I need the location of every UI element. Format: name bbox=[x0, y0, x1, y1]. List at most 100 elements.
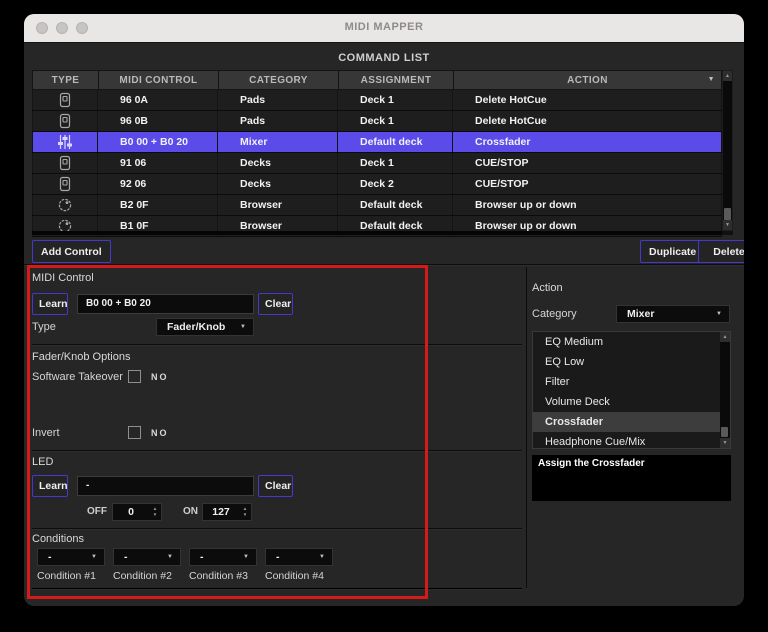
table-cell: Decks bbox=[218, 153, 338, 173]
column-header-action[interactable]: ACTION▼ bbox=[453, 70, 722, 90]
action-option[interactable]: Filter bbox=[533, 372, 730, 392]
type-select[interactable]: Fader/Knob ▼ bbox=[156, 318, 254, 336]
chevron-down-icon: ▼ bbox=[716, 311, 729, 317]
divider bbox=[32, 588, 522, 590]
action-description: Assign the Crossfader bbox=[532, 455, 731, 501]
table-cell: CUE/STOP bbox=[453, 174, 722, 194]
conditions-row: -▼-▼-▼-▼ bbox=[24, 548, 522, 566]
table-row[interactable]: 91 06DecksDeck 1CUE/STOP bbox=[32, 153, 722, 174]
invert-checkbox[interactable] bbox=[128, 426, 141, 439]
scrollbar-thumb[interactable] bbox=[721, 427, 728, 437]
titlebar[interactable]: MIDI MAPPER bbox=[24, 14, 744, 43]
table-cell: Crossfader bbox=[453, 132, 722, 152]
table-row[interactable]: 92 06DecksDeck 2CUE/STOP bbox=[32, 174, 722, 195]
action-option[interactable]: Crossfader bbox=[533, 412, 730, 432]
midi-control-value-field[interactable]: B0 00 + B0 20 bbox=[77, 294, 254, 314]
duplicate-button[interactable]: Duplicate bbox=[640, 240, 705, 263]
table-cell: 91 06 bbox=[98, 153, 218, 173]
midi-learn-button[interactable]: Learn bbox=[32, 293, 68, 315]
condition-select-value: - bbox=[38, 551, 91, 563]
condition-3-select[interactable]: -▼ bbox=[189, 548, 257, 566]
table-cell: Deck 1 bbox=[338, 153, 453, 173]
led-off-spinner[interactable]: 0 ▲ ▼ bbox=[112, 503, 162, 521]
column-header-assignment[interactable]: ASSIGNMENT bbox=[338, 70, 453, 90]
scroll-up-icon[interactable]: ▲ bbox=[723, 71, 732, 81]
spinner-down-icon[interactable]: ▼ bbox=[243, 513, 247, 518]
scroll-down-icon[interactable]: ▼ bbox=[720, 438, 730, 448]
led-section-title: LED bbox=[32, 456, 53, 468]
chevron-down-icon: ▼ bbox=[91, 554, 104, 560]
led-clear-button[interactable]: Clear bbox=[258, 475, 293, 497]
category-select[interactable]: Mixer ▼ bbox=[616, 305, 730, 323]
led-on-value: 127 bbox=[203, 506, 239, 518]
action-option[interactable]: EQ Medium bbox=[533, 332, 730, 352]
fader-knob-options-title: Fader/Knob Options bbox=[32, 351, 130, 363]
type-select-value: Fader/Knob bbox=[157, 321, 240, 333]
spinner-up-icon[interactable]: ▲ bbox=[153, 507, 157, 512]
spinner-up-icon[interactable]: ▲ bbox=[243, 507, 247, 512]
table-cell: Browser up or down bbox=[453, 195, 722, 215]
action-list-scrollbar[interactable]: ▲ ▼ bbox=[720, 332, 730, 448]
scroll-up-icon[interactable]: ▲ bbox=[720, 332, 730, 342]
delete-button[interactable]: Delete bbox=[698, 240, 744, 263]
table-vertical-scrollbar[interactable]: ▲ ▼ bbox=[722, 70, 733, 231]
add-control-button[interactable]: Add Control bbox=[32, 240, 111, 263]
spinner-arrows[interactable]: ▲ ▼ bbox=[239, 507, 251, 518]
table-cell: 96 0B bbox=[98, 111, 218, 131]
scroll-down-icon[interactable]: ▼ bbox=[723, 220, 732, 230]
table-cell: Deck 1 bbox=[338, 90, 453, 110]
table-cell: Browser bbox=[218, 195, 338, 215]
action-filter-icon[interactable]: ▼ bbox=[708, 76, 715, 83]
scrollbar-thumb[interactable] bbox=[724, 208, 731, 220]
pad-icon bbox=[32, 174, 98, 194]
divider bbox=[32, 344, 522, 346]
condition-2-select[interactable]: -▼ bbox=[113, 548, 181, 566]
table-cell: Default deck bbox=[338, 132, 453, 152]
column-header-midi-control[interactable]: MIDI CONTROL bbox=[98, 70, 218, 90]
table-row[interactable]: B0 00 + B0 20MixerDefault deckCrossfader bbox=[32, 132, 722, 153]
conditions-section-title: Conditions bbox=[32, 533, 84, 545]
led-off-value: 0 bbox=[113, 506, 149, 518]
table-row[interactable]: B2 0FBrowserDefault deckBrowser up or do… bbox=[32, 195, 722, 216]
software-takeover-value: NO bbox=[151, 372, 169, 382]
divider bbox=[32, 450, 522, 452]
midi-clear-button[interactable]: Clear bbox=[258, 293, 293, 315]
condition-4-select[interactable]: -▼ bbox=[265, 548, 333, 566]
led-value-field[interactable]: - bbox=[77, 476, 254, 496]
action-list: EQ MediumEQ LowFilterVolume DeckCrossfad… bbox=[532, 331, 731, 449]
action-option[interactable]: Volume Deck bbox=[533, 392, 730, 412]
conditions-labels: Condition #1Condition #2Condition #3Cond… bbox=[24, 570, 522, 584]
software-takeover-checkbox[interactable] bbox=[128, 370, 141, 383]
table-row[interactable]: 96 0BPadsDeck 1Delete HotCue bbox=[32, 111, 722, 132]
divider bbox=[32, 528, 522, 530]
spinner-down-icon[interactable]: ▼ bbox=[153, 513, 157, 518]
table-cell: CUE/STOP bbox=[453, 153, 722, 173]
software-takeover-label: Software Takeover bbox=[32, 371, 123, 383]
table-cell: Mixer bbox=[218, 132, 338, 152]
invert-label: Invert bbox=[32, 427, 60, 439]
action-option[interactable]: EQ Low bbox=[533, 352, 730, 372]
table-cell: Delete HotCue bbox=[453, 90, 722, 110]
condition-select-value: - bbox=[190, 551, 243, 563]
pad-icon bbox=[32, 90, 98, 110]
chevron-down-icon: ▼ bbox=[243, 554, 256, 560]
chevron-down-icon: ▼ bbox=[240, 324, 253, 330]
table-cell: Pads bbox=[218, 111, 338, 131]
led-off-label: OFF bbox=[87, 506, 107, 517]
divider bbox=[24, 264, 744, 266]
column-header-type[interactable]: TYPE bbox=[32, 70, 98, 90]
table-cell: B0 00 + B0 20 bbox=[98, 132, 218, 152]
table-horizontal-scrollbar[interactable] bbox=[32, 231, 722, 235]
command-table-body: 96 0APadsDeck 1Delete HotCue96 0BPadsDec… bbox=[32, 90, 722, 237]
column-header-category[interactable]: CATEGORY bbox=[218, 70, 338, 90]
condition-label: Condition #4 bbox=[265, 570, 324, 582]
condition-label: Condition #3 bbox=[189, 570, 248, 582]
led-on-spinner[interactable]: 127 ▲ ▼ bbox=[202, 503, 252, 521]
spinner-arrows[interactable]: ▲ ▼ bbox=[149, 507, 161, 518]
led-learn-button[interactable]: Learn bbox=[32, 475, 68, 497]
window-title: MIDI MAPPER bbox=[24, 21, 744, 33]
action-option[interactable]: Headphone Cue/Mix bbox=[533, 432, 730, 449]
condition-1-select[interactable]: -▼ bbox=[37, 548, 105, 566]
condition-select-value: - bbox=[114, 551, 167, 563]
table-row[interactable]: 96 0APadsDeck 1Delete HotCue bbox=[32, 90, 722, 111]
